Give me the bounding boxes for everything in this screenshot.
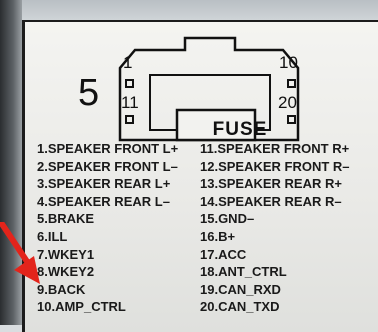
pin-entry: 14.SPEAKER REAR R–	[200, 193, 342, 209]
pin-mark-10: 10	[279, 53, 298, 72]
pin-entry: 19.CAN_RXD	[200, 281, 281, 297]
pin-entry: 13.SPEAKER REAR R+	[200, 176, 342, 192]
arrow-shaft	[0, 222, 33, 269]
pin-mark-1: 1	[123, 53, 133, 72]
pin-entry: 4.SPEAKER REAR L–	[37, 193, 170, 209]
pin-entry: 8.WKEY2	[37, 264, 95, 280]
pin-entry: 3.SPEAKER REAR L+	[37, 176, 171, 192]
pin-entry: 7.WKEY1	[37, 246, 95, 262]
pin-11-square	[125, 115, 134, 124]
pin-1-square	[125, 79, 134, 88]
connector-number: 5	[78, 72, 100, 114]
pin-entry: 6.ILL	[37, 228, 68, 244]
device-frame-top	[0, 0, 378, 20]
pin-entry: 9.BACK	[37, 281, 86, 297]
pin-entry: 1.SPEAKER FRONT L+	[37, 141, 179, 156]
pin-entry: 18.ANT_CTRL	[200, 264, 287, 280]
pin-list: 1.SPEAKER FRONT L+ 11.SPEAKER FRONT R+ 2…	[37, 140, 367, 316]
pin-mark-11: 11	[121, 93, 139, 112]
pin-mark-20: 20	[278, 93, 297, 112]
pin-entry: 20.CAN_TXD	[200, 299, 280, 315]
pin-20-square	[287, 115, 296, 124]
pin-entry: 11.SPEAKER FRONT R+	[200, 141, 350, 156]
pin-10-square	[287, 79, 296, 88]
pin-entry: 12.SPEAKER FRONT R–	[200, 158, 350, 174]
pin-entry: 5.BRAKE	[37, 211, 95, 227]
pin-entry: 2.SPEAKER FRONT L–	[37, 158, 178, 174]
pin-entry: 17.ACC	[200, 246, 247, 262]
pin-entry: 16.B+	[200, 228, 236, 244]
fuse-label: FUSE	[212, 119, 268, 140]
red-arrow-icon	[0, 222, 40, 284]
pin-entry: 10.AMP_CTRL	[37, 299, 126, 315]
pin-entry: 15.GND–	[200, 211, 255, 227]
pinout-label: 1 10 11 20 5 FUSE 1.SPEAKER FRONT L+ 11.…	[22, 20, 378, 332]
